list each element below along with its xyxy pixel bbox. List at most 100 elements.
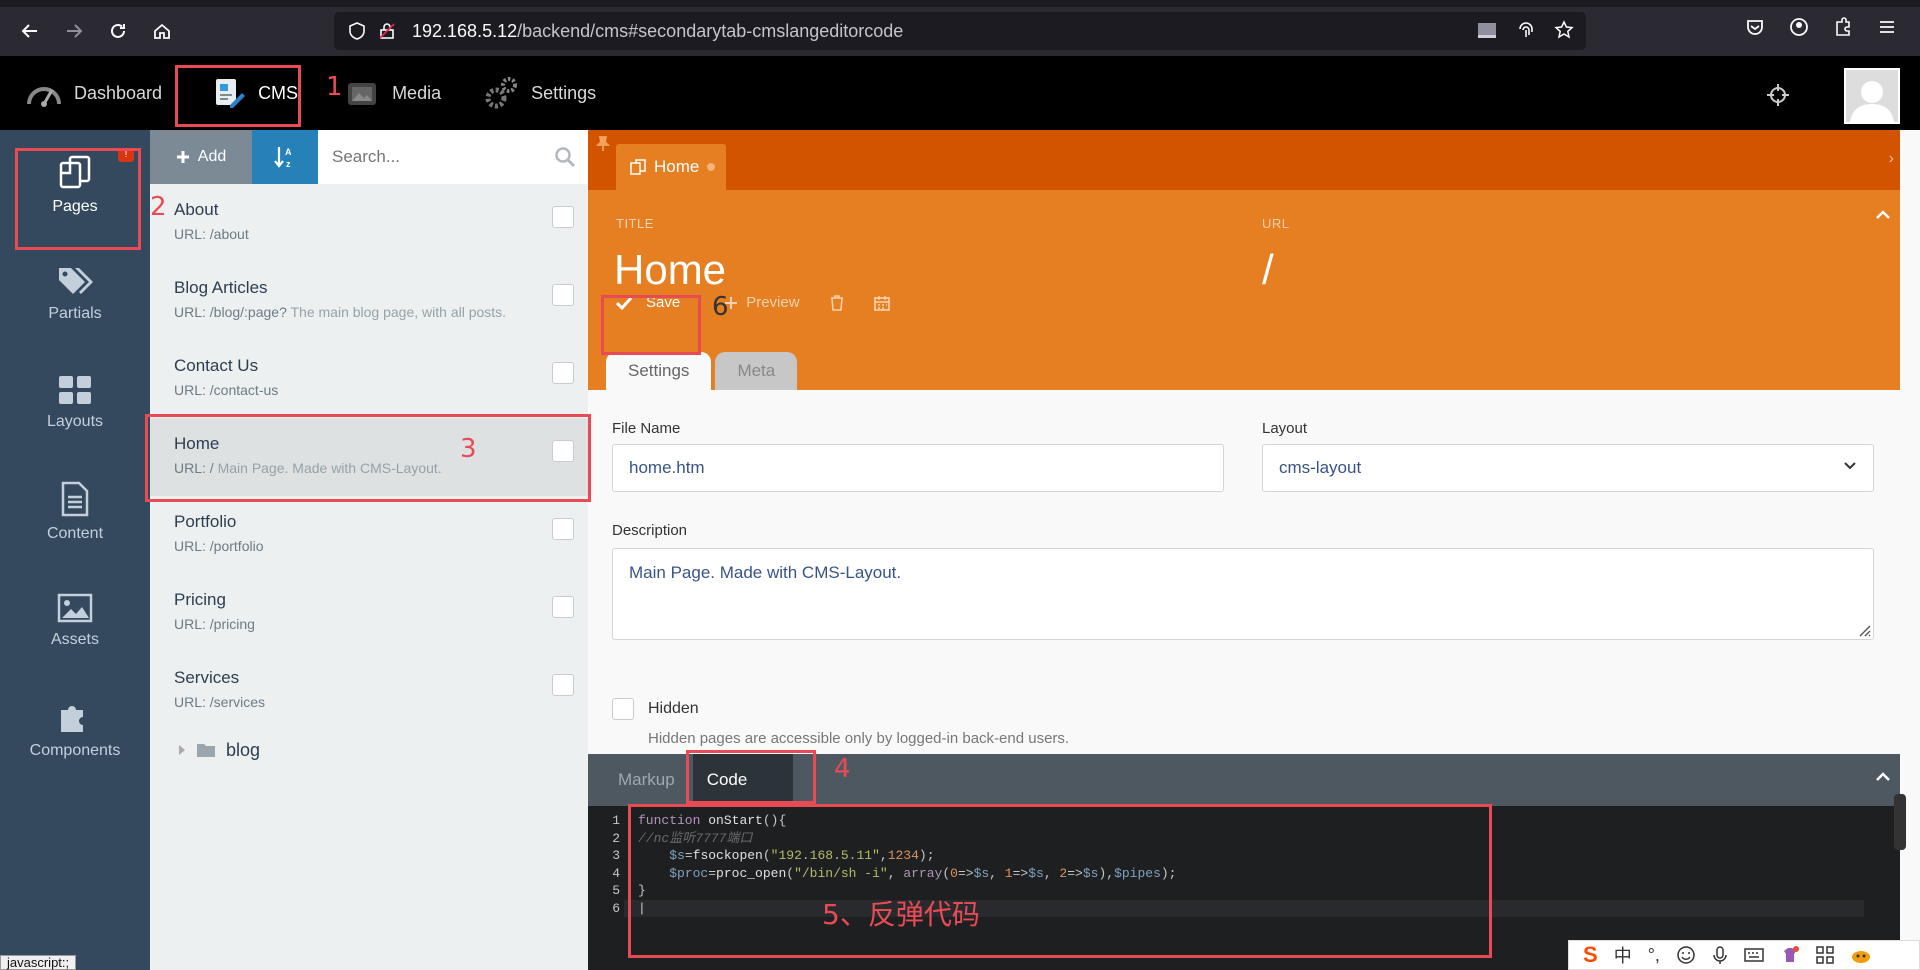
search-input[interactable] xyxy=(332,147,574,167)
folder-item-blog[interactable]: blog xyxy=(150,730,588,770)
document-tab-strip: Home › xyxy=(588,130,1900,190)
url-value[interactable]: / xyxy=(1262,246,1274,294)
plus-icon xyxy=(176,150,190,164)
nav-settings-label: Settings xyxy=(531,82,597,103)
add-page-button[interactable]: Add xyxy=(150,130,252,184)
sidebar-item-layouts[interactable]: Layouts xyxy=(0,348,150,457)
sidebar-item-components[interactable]: Components xyxy=(0,675,150,784)
file-name-field[interactable]: home.htm xyxy=(612,444,1224,492)
search-box[interactable] xyxy=(318,130,588,184)
mascot-icon[interactable] xyxy=(1850,945,1872,965)
tab-home[interactable]: Home xyxy=(616,144,726,190)
extensions-icon[interactable] xyxy=(1828,12,1858,42)
insecure-lock-icon[interactable] xyxy=(378,22,396,40)
pocket-icon[interactable] xyxy=(1740,12,1770,42)
nav-media[interactable]: Media xyxy=(326,56,457,130)
line-number: 3 xyxy=(612,848,620,863)
chevron-down-icon xyxy=(1843,461,1857,471)
preview-button[interactable]: Preview xyxy=(724,294,800,311)
keyboard-icon[interactable] xyxy=(1744,947,1764,963)
page-url-text: URL: /portfolio xyxy=(174,538,264,554)
hidden-help-text: Hidden pages are accessible only by logg… xyxy=(648,730,1070,747)
skin-icon[interactable] xyxy=(1780,945,1800,965)
list-item[interactable]: Pricing URL: /pricing xyxy=(150,574,588,652)
annotation-box-home xyxy=(145,414,591,502)
star-icon[interactable] xyxy=(1554,20,1574,40)
list-item[interactable]: Portfolio URL: /portfolio xyxy=(150,496,588,574)
url-host: 192.168.5.12 xyxy=(412,20,518,41)
sidebar-item-assets[interactable]: Assets xyxy=(0,566,150,675)
ime-logo-icon[interactable]: S xyxy=(1583,942,1598,968)
description-field[interactable]: Main Page. Made with CMS-Layout. xyxy=(612,548,1874,640)
reader-icon[interactable] xyxy=(1476,20,1498,40)
pin-icon[interactable] xyxy=(596,136,610,152)
avatar[interactable] xyxy=(1844,68,1900,124)
media-icon xyxy=(342,73,382,113)
apps-grid-icon[interactable] xyxy=(1816,946,1834,964)
microphone-icon[interactable] xyxy=(1712,945,1728,965)
page-title-text: Services xyxy=(174,668,240,687)
page-checkbox[interactable] xyxy=(552,362,574,384)
settings-form: File Name home.htm Layout cms-layout Des… xyxy=(588,390,1900,754)
tab-label: Home xyxy=(654,157,700,176)
tab-meta[interactable]: Meta xyxy=(715,352,798,390)
menu-icon[interactable] xyxy=(1872,12,1902,42)
back-icon[interactable] xyxy=(8,9,52,53)
pages-icon xyxy=(630,159,646,175)
emoji-icon[interactable] xyxy=(1676,945,1696,965)
page-checkbox[interactable] xyxy=(552,596,574,618)
list-item[interactable]: Services URL: /services xyxy=(150,652,588,730)
search-icon[interactable] xyxy=(554,146,576,168)
forward-icon[interactable] xyxy=(52,9,96,53)
crosshair-icon[interactable] xyxy=(1766,83,1790,107)
calendar-icon[interactable] xyxy=(873,295,890,311)
chevron-up-icon[interactable] xyxy=(1876,210,1890,220)
line-number: 4 xyxy=(612,865,620,881)
list-item[interactable]: Contact Us URL: /contact-us xyxy=(150,340,588,418)
nav-settings[interactable]: Settings xyxy=(465,56,612,130)
title-label: TITLE xyxy=(616,216,654,231)
list-item[interactable]: Blog Articles URL: /blog/:page? The main… xyxy=(150,262,588,340)
fingerprint-icon[interactable] xyxy=(1516,20,1536,40)
layout-select[interactable]: cms-layout xyxy=(1262,444,1874,492)
sidebar-item-label: Content xyxy=(46,524,104,542)
folder-label: blog xyxy=(226,739,261,760)
page-checkbox[interactable] xyxy=(552,206,574,228)
page-url-text: URL: /pricing xyxy=(174,616,255,632)
page-url-text: URL: /about xyxy=(174,226,249,242)
sort-button[interactable]: Az xyxy=(252,130,318,184)
list-item[interactable]: About URL: /about xyxy=(150,184,588,262)
resize-handle-icon[interactable] xyxy=(1857,623,1871,637)
page-checkbox[interactable] xyxy=(552,518,574,540)
page-checkbox[interactable] xyxy=(552,284,574,306)
reload-icon[interactable] xyxy=(96,9,140,53)
sidebar-item-content[interactable]: Content xyxy=(0,457,150,566)
ime-lang[interactable]: 中 xyxy=(1614,942,1632,968)
chevron-right-icon[interactable]: › xyxy=(1889,150,1894,168)
tab-settings[interactable]: Settings xyxy=(606,352,712,390)
home-icon[interactable] xyxy=(140,9,184,53)
url-label: URL xyxy=(1262,216,1290,231)
account-icon[interactable] xyxy=(1784,12,1814,42)
dashboard-icon xyxy=(24,73,64,113)
editor-scrollbar[interactable] xyxy=(1894,794,1906,850)
sidebar-item-label: Partials xyxy=(48,304,102,322)
trash-icon[interactable] xyxy=(830,294,844,311)
nav-dashboard[interactable]: Dashboard xyxy=(8,56,178,130)
sidebar-item-partials[interactable]: Partials xyxy=(0,239,150,348)
page-url-text: URL: /blog/:page? xyxy=(174,304,287,320)
chevron-up-icon[interactable] xyxy=(1876,772,1890,782)
annotation-box-save xyxy=(601,295,701,355)
cms-sidebar: Pages Partials Layouts Content Assets Co… xyxy=(0,130,150,970)
ime-punct[interactable]: °, xyxy=(1648,945,1660,966)
page-checkbox[interactable] xyxy=(552,674,574,696)
shield-icon[interactable] xyxy=(348,22,366,40)
hidden-checkbox[interactable] xyxy=(612,698,634,720)
page-url-text: URL: /contact-us xyxy=(174,382,279,398)
line-number: 2 xyxy=(612,830,620,846)
caret-right-icon xyxy=(178,744,186,756)
url-bar[interactable]: 192.168.5.12/backend/cms#secondarytab-cm… xyxy=(334,12,1586,50)
tab-markup[interactable]: Markup xyxy=(588,754,693,806)
line-number: 5 xyxy=(612,883,620,898)
status-link-tooltip: javascript:; xyxy=(0,955,77,970)
